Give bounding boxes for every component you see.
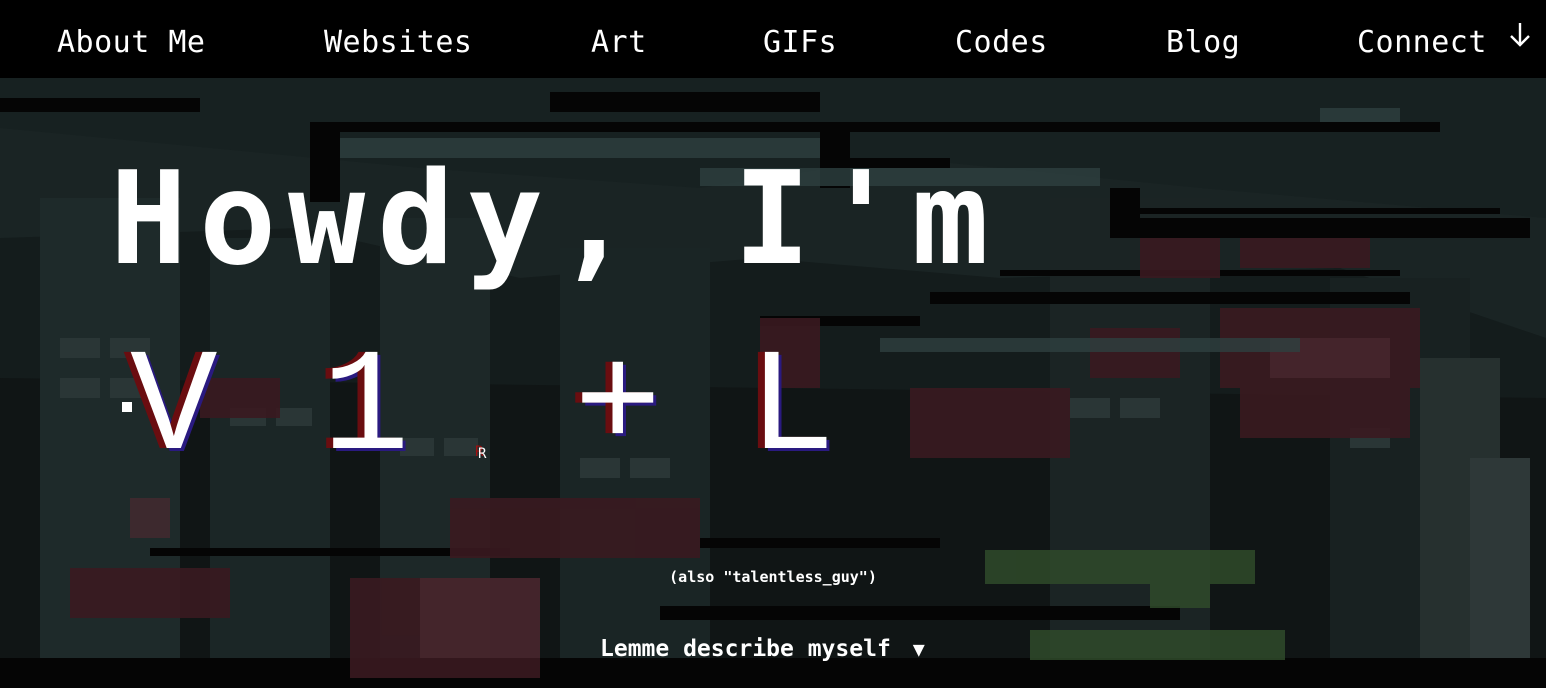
arrow-down-icon[interactable] — [1508, 20, 1532, 50]
nav-link-websites[interactable]: Websites — [324, 22, 473, 64]
nav-link-gifs[interactable]: GIFs — [763, 22, 837, 64]
greeting-heading: Howdy, I'm — [110, 145, 1001, 294]
nav-link-connect[interactable]: Connect — [1357, 22, 1487, 64]
describe-toggle[interactable]: Lemme describe myself ▼ — [600, 632, 925, 666]
nav-link-art[interactable]: Art — [591, 22, 647, 64]
glitch-fragment: R — [478, 446, 487, 462]
nav-link-codes[interactable]: Codes — [955, 22, 1048, 64]
name-glyph-1: 1 — [322, 326, 410, 492]
describe-label: Lemme describe myself — [600, 636, 891, 662]
nav-link-about-me[interactable]: About Me — [57, 22, 206, 64]
nav-link-blog[interactable]: Blog — [1166, 22, 1240, 64]
name-glyph-plus: + — [574, 324, 662, 490]
triangle-down-icon: ▼ — [912, 637, 925, 661]
name-glyph-v: V — [130, 326, 218, 492]
top-navigation: About Me Websites Art GIFs Codes Blog Co… — [0, 0, 1546, 78]
name-glyph-l: L — [748, 326, 836, 492]
alias-text: (also "talentless_guy") — [669, 568, 877, 586]
